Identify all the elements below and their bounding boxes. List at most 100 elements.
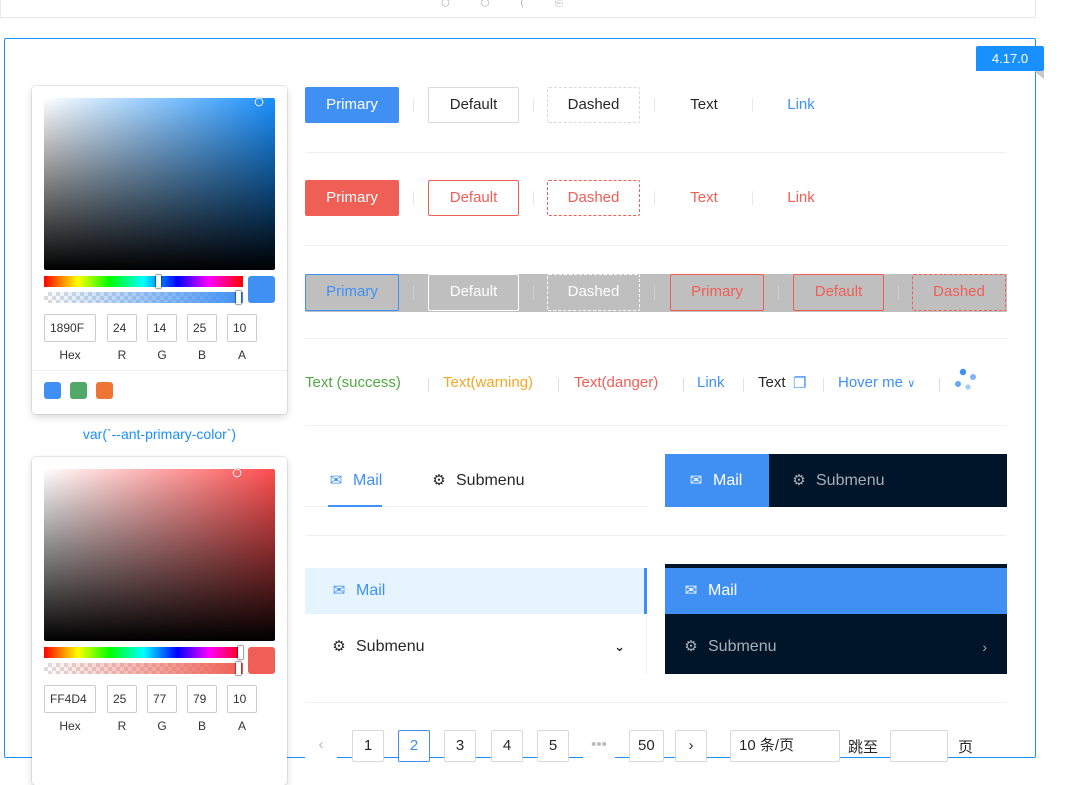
preset-swatch[interactable] xyxy=(70,382,87,399)
color-picker-primary: Hex R G B A xyxy=(32,86,287,414)
hex-input[interactable] xyxy=(44,314,96,342)
saturation-area[interactable] xyxy=(44,97,275,270)
danger-text-button[interactable]: Text xyxy=(669,180,739,216)
g-input[interactable] xyxy=(147,685,177,713)
menu-item-mail[interactable]: ✉ Mail xyxy=(305,568,647,614)
primary-button[interactable]: Primary xyxy=(305,87,399,123)
ghost-primary-button[interactable]: Primary xyxy=(305,274,399,311)
mail-icon: ✉ xyxy=(684,582,698,599)
hex-label: Hex xyxy=(59,348,81,362)
hue-slider[interactable] xyxy=(44,275,243,288)
menu-item-mail[interactable]: ✉ Mail xyxy=(665,454,769,507)
chevron-right-icon: › xyxy=(982,639,987,655)
submenu-trigger[interactable]: ⚙ Submenu xyxy=(791,454,884,507)
pagination-page-last[interactable]: 50 xyxy=(629,730,664,762)
inline-menu-light: ✉ Mail ⚙ Submenu ⌄ xyxy=(305,568,647,674)
gear-icon: ⚙ xyxy=(432,472,446,489)
r-label: R xyxy=(117,348,127,362)
a-field: A xyxy=(227,685,257,733)
gear-icon: ⚙ xyxy=(792,472,806,489)
preset-colors xyxy=(44,382,113,399)
success-text: Text (success) xyxy=(305,374,401,391)
menu-item-label: Mail xyxy=(713,472,743,489)
menu-item-label: Mail xyxy=(708,582,738,599)
g-label: G xyxy=(157,348,167,362)
menu-item-label: Submenu xyxy=(356,638,425,655)
g-input[interactable] xyxy=(147,314,177,342)
saturation-area[interactable] xyxy=(44,468,275,641)
b-input[interactable] xyxy=(187,685,217,713)
a-label: A xyxy=(237,719,246,733)
ghost-dashed-button[interactable]: Dashed xyxy=(547,274,640,311)
g-field: G xyxy=(147,685,177,733)
pagination-page[interactable]: 4 xyxy=(491,730,523,762)
ghost-danger-default-button[interactable]: Default xyxy=(793,274,884,311)
pagination-page-active[interactable]: 2 xyxy=(398,730,430,762)
link-button[interactable]: Link xyxy=(766,87,836,123)
danger-primary-button[interactable]: Primary xyxy=(305,180,399,216)
alpha-handle[interactable] xyxy=(236,291,241,304)
ghost-default-button[interactable]: Default xyxy=(428,274,519,311)
a-input[interactable] xyxy=(227,685,257,713)
danger-text: Text(danger) xyxy=(574,374,659,391)
previous-demo-card: ⬡ ⬡ ⟨ ⎘ xyxy=(0,0,1036,18)
pagination-prev[interactable]: ‹ xyxy=(305,730,337,762)
jump-input[interactable] xyxy=(890,730,948,762)
inline-menu-dark: ✉ Mail ⚙ Submenu › xyxy=(665,564,1007,674)
warning-text: Text(warning) xyxy=(443,374,534,391)
ghost-danger-primary-button[interactable]: Primary xyxy=(670,274,764,311)
dashed-button[interactable]: Dashed xyxy=(547,87,640,123)
text-button[interactable]: Text xyxy=(669,87,739,123)
pagination-next[interactable]: › xyxy=(675,730,707,762)
r-input[interactable] xyxy=(107,685,137,713)
horizontal-menu-dark: ✉ Mail ⚙ Submenu xyxy=(665,454,1007,507)
current-color-swatch xyxy=(248,276,275,303)
hue-slider[interactable] xyxy=(44,646,243,659)
picker-caption: var(`--ant-primary-color`) xyxy=(82,426,237,442)
alpha-slider[interactable] xyxy=(44,662,243,675)
pagination-page[interactable]: 3 xyxy=(444,730,476,762)
b-label: B xyxy=(197,348,206,362)
a-label: A xyxy=(237,348,246,362)
pagination-page[interactable]: 5 xyxy=(537,730,569,762)
a-input[interactable] xyxy=(227,314,257,342)
ghost-danger-dashed-button[interactable]: Dashed xyxy=(912,274,1006,311)
preset-swatch[interactable] xyxy=(96,382,113,399)
pagination-page[interactable]: 1 xyxy=(352,730,384,762)
menu-item-label: Mail xyxy=(353,472,383,489)
submenu-trigger[interactable]: ⚙ Submenu ⌄ xyxy=(305,624,645,670)
danger-dashed-button[interactable]: Dashed xyxy=(547,180,640,216)
menu-item-label: Submenu xyxy=(708,638,777,655)
hue-handle[interactable] xyxy=(238,646,243,659)
b-input[interactable] xyxy=(187,314,217,342)
gear-icon: ⚙ xyxy=(332,638,346,655)
dropdown-trigger[interactable]: Hover me ∨ xyxy=(838,374,915,391)
b-label: B xyxy=(197,719,206,733)
a-field: A xyxy=(227,314,257,362)
typography-link[interactable]: Link xyxy=(697,374,725,391)
menu-item-mail[interactable]: ✉ Mail xyxy=(665,568,1007,614)
g-field: G xyxy=(147,314,177,362)
r-input[interactable] xyxy=(107,314,137,342)
default-button[interactable]: Default xyxy=(428,87,519,123)
alpha-slider[interactable] xyxy=(44,291,243,304)
copy-icon[interactable]: ❐ xyxy=(793,374,806,392)
gear-icon: ⚙ xyxy=(684,638,698,655)
saturation-knob[interactable] xyxy=(254,97,264,107)
page-size-select[interactable]: 10 条/页 xyxy=(730,730,840,762)
mail-icon: ✉ xyxy=(329,472,343,489)
menu-item-mail[interactable]: ✉ Mail xyxy=(328,454,383,507)
preset-swatch[interactable] xyxy=(44,382,61,399)
danger-default-button[interactable]: Default xyxy=(428,180,519,216)
pagination-ellipsis[interactable]: ••• xyxy=(583,730,615,762)
code-actions-icons: ⬡ ⬡ ⟨ ⎘ xyxy=(441,0,577,9)
hex-input[interactable] xyxy=(44,685,96,713)
hue-handle[interactable] xyxy=(156,275,162,288)
submenu-trigger[interactable]: ⚙ Submenu xyxy=(431,454,524,507)
alpha-handle[interactable] xyxy=(236,662,241,675)
hex-field: Hex xyxy=(44,314,96,362)
danger-link-button[interactable]: Link xyxy=(766,180,836,216)
saturation-knob[interactable] xyxy=(232,468,242,478)
submenu-trigger[interactable]: ⚙ Submenu › xyxy=(665,624,1007,670)
hex-label: Hex xyxy=(59,719,81,733)
